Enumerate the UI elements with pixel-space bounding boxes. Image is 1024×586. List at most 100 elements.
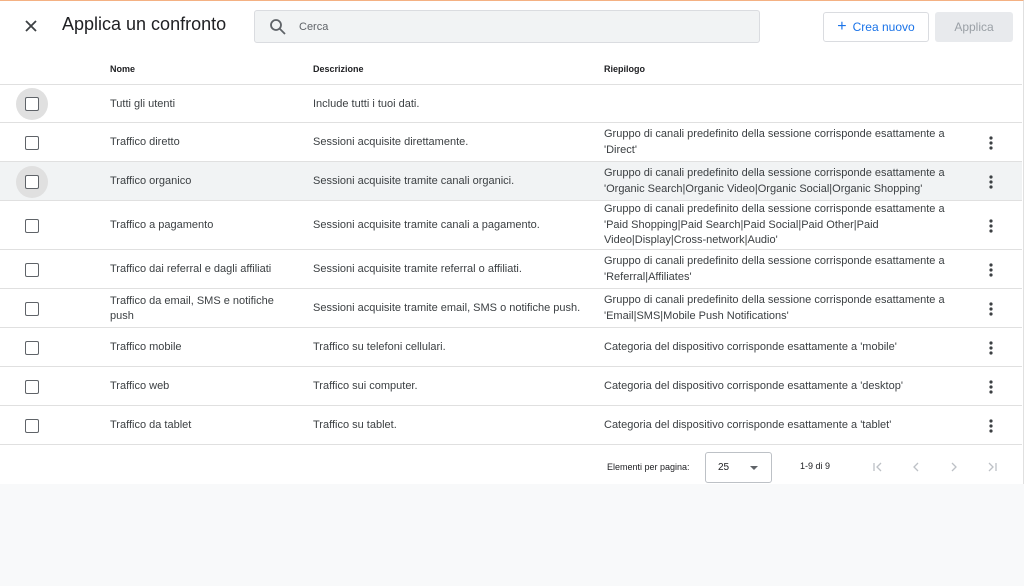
table-row[interactable]: Traffico da tablet Traffico su tablet. C… [0, 406, 1022, 445]
row-description: Traffico su telefoni cellulari. [313, 341, 446, 353]
first-page-button[interactable] [870, 459, 886, 475]
row-summary: Gruppo di canali predefinito della sessi… [604, 294, 945, 322]
close-button[interactable] [18, 13, 44, 39]
checkbox-box [25, 135, 39, 150]
table-row[interactable]: Traffico mobile Traffico su telefoni cel… [0, 328, 1022, 367]
checkbox-box [25, 340, 39, 355]
row-menu-button[interactable] [980, 259, 1002, 281]
items-per-page-value: 25 [718, 462, 730, 473]
row-summary: Gruppo di canali predefinito della sessi… [604, 167, 945, 195]
row-description: Traffico su tablet. [313, 419, 397, 431]
row-checkbox[interactable] [16, 293, 48, 325]
more-vert-icon [989, 418, 993, 433]
apply-button[interactable]: Applica [935, 12, 1013, 42]
page-title: Applica un confronto [62, 14, 227, 34]
checkbox-box [25, 379, 39, 394]
table-header: Nome Descrizione Riepilogo [0, 51, 1022, 85]
panel-header: Applica un confronto + Crea nuovo Applic… [0, 1, 1022, 51]
row-checkbox[interactable] [16, 210, 48, 242]
row-name: Tutti gli utenti [110, 97, 176, 110]
row-description: Traffico sui computer. [313, 380, 418, 392]
more-vert-icon [989, 379, 993, 394]
checkbox-box [25, 262, 39, 277]
last-page-icon [988, 462, 997, 472]
table-row[interactable]: Traffico a pagamento Sessioni acquisite … [0, 201, 1022, 250]
items-per-page-select[interactable]: 25 [705, 452, 772, 483]
table-row[interactable]: Traffico web Traffico sui computer. Cate… [0, 367, 1022, 406]
row-menu-button[interactable] [980, 337, 1002, 359]
row-description: Sessioni acquisite tramite canali a paga… [313, 219, 540, 231]
column-header-description[interactable]: Descrizione [313, 64, 364, 74]
row-description: Sessioni acquisite tramite canali organi… [313, 175, 515, 187]
row-checkbox[interactable] [16, 332, 48, 364]
row-checkbox[interactable] [16, 127, 48, 159]
row-name: Traffico a pagamento [110, 219, 214, 231]
create-new-button[interactable]: + Crea nuovo [823, 12, 929, 42]
row-description: Include tutti i tuoi dati. [313, 97, 420, 110]
more-vert-icon [989, 174, 993, 189]
row-menu-button[interactable] [980, 171, 1002, 193]
table-row[interactable]: Traffico organico Sessioni acquisite tra… [0, 162, 1022, 201]
checkbox-box [25, 418, 39, 433]
table-row[interactable]: Tutti gli utenti Include tutti i tuoi da… [0, 85, 1022, 123]
comparison-panel: Applica un confronto + Crea nuovo Applic… [0, 0, 1024, 484]
row-menu-button[interactable] [980, 215, 1002, 237]
previous-page-button[interactable] [908, 459, 924, 475]
table-body: Tutti gli utenti Include tutti i tuoi da… [0, 85, 1022, 445]
table-row[interactable]: Traffico dai referral e dagli affiliati … [0, 250, 1022, 289]
column-header-name[interactable]: Nome [110, 64, 135, 74]
row-summary: Gruppo di canali predefinito della sessi… [604, 255, 945, 283]
page-range: 1-9 di 9 [800, 461, 831, 471]
row-summary: Categoria del dispositivo corrisponde es… [604, 340, 897, 353]
row-checkbox[interactable] [16, 88, 48, 120]
search-icon [270, 19, 286, 35]
row-checkbox[interactable] [16, 254, 48, 286]
row-name: Traffico mobile [110, 341, 182, 353]
more-vert-icon [989, 135, 993, 150]
row-checkbox[interactable] [16, 165, 48, 198]
checkbox-box [25, 218, 39, 233]
search-input[interactable] [299, 12, 739, 41]
more-vert-icon [989, 218, 993, 233]
table-row[interactable]: Traffico da email, SMS e notifiche push … [0, 289, 1022, 328]
row-checkbox[interactable] [16, 410, 48, 442]
plus-icon: + [837, 18, 847, 35]
apply-label: Applica [954, 20, 994, 34]
row-name: Traffico organico [110, 175, 192, 187]
row-name: Traffico da email, SMS e notifiche push [110, 294, 274, 322]
row-menu-button[interactable] [980, 298, 1002, 320]
row-summary: Gruppo di canali predefinito della sessi… [604, 203, 945, 246]
column-header-summary[interactable]: Riepilogo [604, 64, 645, 74]
next-page-icon [951, 462, 957, 472]
row-name: Traffico diretto [110, 136, 180, 148]
row-name: Traffico dai referral e dagli affiliati [110, 263, 272, 275]
row-description: Sessioni acquisite tramite referral o af… [313, 263, 522, 275]
dropdown-arrow-icon [750, 466, 758, 470]
row-menu-button[interactable] [980, 376, 1002, 398]
row-name: Traffico da tablet [110, 419, 192, 431]
row-menu-button[interactable] [980, 132, 1002, 154]
last-page-button[interactable] [984, 459, 1000, 475]
create-new-label: Crea nuovo [852, 20, 915, 34]
close-icon [25, 20, 37, 32]
row-checkbox[interactable] [16, 371, 48, 403]
more-vert-icon [989, 340, 993, 355]
row-description: Sessioni acquisite direttamente. [313, 136, 469, 148]
previous-page-icon [913, 462, 919, 472]
next-page-button[interactable] [946, 459, 962, 475]
checkbox-box [25, 174, 39, 189]
checkbox-box [25, 97, 39, 111]
row-menu-button[interactable] [980, 415, 1002, 437]
checkbox-box [25, 301, 39, 316]
table-row[interactable]: Traffico diretto Sessioni acquisite dire… [0, 123, 1022, 162]
row-name: Traffico web [110, 380, 170, 392]
more-vert-icon [989, 262, 993, 277]
row-description: Sessioni acquisite tramite email, SMS o … [313, 302, 581, 314]
search-box[interactable] [254, 10, 760, 43]
row-summary: Gruppo di canali predefinito della sessi… [604, 128, 945, 156]
row-summary: Categoria del dispositivo corrisponde es… [604, 418, 892, 431]
more-vert-icon [989, 301, 993, 316]
first-page-icon [873, 462, 882, 472]
pagination: Elementi per pagina: 25 1-9 di 9 [0, 451, 1022, 485]
comparisons-table: Nome Descrizione Riepilogo Tutti gli ute… [0, 51, 1022, 445]
